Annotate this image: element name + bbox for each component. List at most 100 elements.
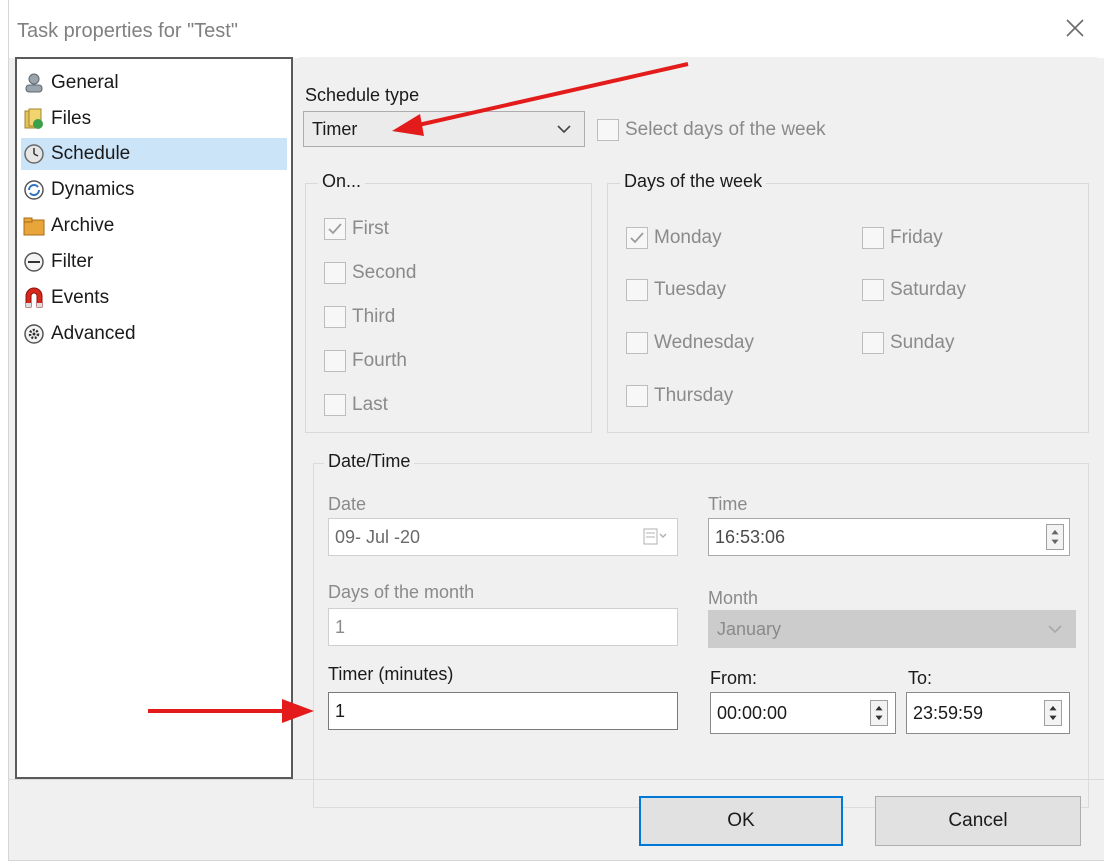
on-third-label: Third (352, 306, 396, 327)
days-of-month-label: Days of the month (328, 582, 475, 602)
nav-item-label: General (51, 72, 119, 93)
day-wednesday-checkbox[interactable] (626, 332, 648, 354)
nav-item-label: Dynamics (51, 179, 135, 200)
window-title: Task properties for "Test" (17, 20, 238, 42)
days-of-month-value: 1 (335, 616, 346, 637)
day-thursday-checkbox[interactable] (626, 385, 648, 407)
nav-item-files[interactable]: Files (21, 103, 287, 135)
to-spinner-icon[interactable] (1044, 700, 1062, 726)
day-monday-label: Monday (654, 227, 722, 248)
checkmark-icon (328, 223, 342, 235)
nav-item-advanced[interactable]: Advanced (21, 318, 287, 350)
day-tuesday-label: Tuesday (654, 279, 727, 300)
on-fourth-row[interactable]: Fourth (324, 350, 407, 372)
day-sunday-row[interactable]: Sunday (862, 332, 954, 354)
on-first-label: First (352, 218, 389, 239)
on-fourth-label: Fourth (352, 350, 407, 371)
nav-item-label: Advanced (51, 323, 136, 344)
from-spinner-icon[interactable] (870, 700, 888, 726)
days-group-title: Days of the week (620, 171, 767, 192)
day-saturday-checkbox[interactable] (862, 279, 884, 301)
day-tuesday-row[interactable]: Tuesday (626, 279, 726, 301)
nav-item-events[interactable]: Events (21, 282, 287, 314)
nav-item-label: Files (51, 108, 92, 129)
from-time-input[interactable]: 00:00:00 (710, 692, 896, 734)
chevron-down-icon (1048, 625, 1062, 634)
day-friday-checkbox[interactable] (862, 227, 884, 249)
nav-item-archive[interactable]: Archive (21, 210, 287, 242)
day-tuesday-checkbox[interactable] (626, 279, 648, 301)
day-thursday-row[interactable]: Thursday (626, 385, 733, 407)
cancel-button[interactable]: Cancel (875, 796, 1081, 846)
filter-icon (24, 252, 44, 272)
time-input[interactable]: 16:53:06 (708, 518, 1070, 556)
day-friday-row[interactable]: Friday (862, 227, 943, 249)
days-of-week-group: Days of the week Monday Tuesday Wednesda… (607, 171, 1089, 433)
day-saturday-row[interactable]: Saturday (862, 279, 966, 301)
month-label: Month (708, 588, 759, 608)
nav-item-general[interactable]: General (21, 67, 287, 99)
time-spinner-icon[interactable] (1046, 524, 1064, 550)
on-second-row[interactable]: Second (324, 262, 416, 284)
on-first-checkbox[interactable] (324, 218, 346, 240)
day-thursday-label: Thursday (654, 385, 734, 406)
on-last-row[interactable]: Last (324, 394, 388, 416)
date-value: 09- Jul -20 (335, 526, 421, 547)
date-label: Date (328, 494, 367, 514)
on-fourth-checkbox[interactable] (324, 350, 346, 372)
timer-label: Timer (minutes) (328, 664, 454, 684)
day-monday-row[interactable]: Monday (626, 227, 722, 249)
section-nav-list: General Files Schedule Dynamics Archive … (15, 57, 293, 779)
on-third-checkbox[interactable] (324, 306, 346, 328)
on-second-label: Second (352, 262, 417, 283)
month-value: January (717, 618, 782, 639)
day-friday-label: Friday (890, 227, 943, 248)
day-saturday-label: Saturday (890, 279, 967, 300)
timer-value: 1 (335, 700, 346, 721)
time-value: 16:53:06 (715, 526, 786, 547)
title-bar: Task properties for "Test" (9, 0, 1104, 58)
schedule-panel: Schedule type Timer Select days of the w… (299, 57, 1097, 808)
on-second-checkbox[interactable] (324, 262, 346, 284)
nav-item-dynamics[interactable]: Dynamics (21, 174, 287, 206)
nav-item-label: Filter (51, 251, 94, 272)
on-group: On... First Second Third Fourth Last (305, 171, 592, 433)
nav-item-label: Schedule (51, 143, 131, 164)
user-icon (25, 73, 43, 93)
files-icon (24, 108, 43, 129)
on-last-label: Last (352, 394, 388, 415)
day-sunday-label: Sunday (890, 332, 955, 353)
on-group-title: On... (318, 171, 366, 192)
time-label: Time (708, 494, 748, 514)
annotation-arrow-timer (148, 699, 314, 723)
archive-folder-icon (23, 217, 45, 236)
day-wednesday-label: Wednesday (654, 332, 754, 353)
day-sunday-checkbox[interactable] (862, 332, 884, 354)
magnet-icon (25, 287, 43, 308)
nav-item-schedule[interactable]: Schedule (21, 138, 287, 170)
to-label: To: (908, 668, 933, 688)
close-icon[interactable] (1061, 14, 1089, 42)
days-of-month-input[interactable]: 1 (328, 608, 678, 646)
footer-divider (9, 779, 1104, 780)
to-value: 23:59:59 (913, 702, 984, 723)
day-monday-checkbox[interactable] (626, 227, 648, 249)
on-last-checkbox[interactable] (324, 394, 346, 416)
timer-minutes-input[interactable]: 1 (328, 692, 678, 730)
nav-item-label: Events (51, 287, 110, 308)
date-picker[interactable]: 09- Jul -20 (328, 518, 678, 556)
gear-icon (24, 324, 44, 344)
calendar-dropdown-icon (643, 528, 667, 545)
datetime-group: Date/Time Date 09- Jul -20 Time 16:53:06… (313, 451, 1089, 808)
from-value: 00:00:00 (717, 702, 788, 723)
nav-item-label: Archive (51, 215, 115, 236)
ok-button[interactable]: OK (639, 796, 843, 846)
day-wednesday-row[interactable]: Wednesday (626, 332, 754, 354)
checkmark-icon (630, 232, 644, 244)
on-first-row[interactable]: First (324, 218, 389, 240)
month-select[interactable]: January (708, 610, 1076, 648)
nav-item-filter[interactable]: Filter (21, 246, 287, 278)
on-third-row[interactable]: Third (324, 306, 395, 328)
from-label: From: (710, 668, 757, 688)
clock-icon (24, 144, 44, 164)
